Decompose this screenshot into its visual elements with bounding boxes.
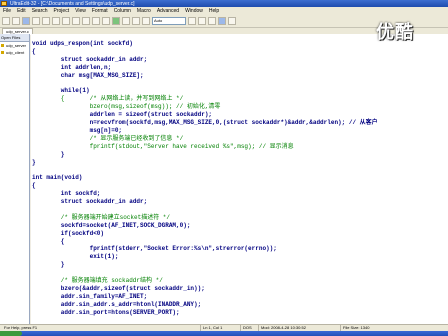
sidebar-item-label: udp_server	[6, 43, 27, 48]
code-line: addrlen = sizeof(struct sockaddr);	[32, 111, 213, 119]
hex-icon[interactable]	[132, 16, 140, 25]
file-tree-sidebar: Open Files udp_server udp_client	[0, 34, 30, 324]
sidebar-item-server[interactable]: udp_server	[0, 42, 29, 49]
window-title: UltraEdit-32 - [C:\Documents and Setting…	[10, 0, 135, 7]
save-icon[interactable]	[22, 16, 30, 25]
code-line: addr.sin_port=htons(SERVER_PORT);	[32, 308, 180, 316]
wordwrap-icon[interactable]	[122, 16, 130, 25]
code-line: exit(1);	[32, 253, 119, 261]
taskbar	[0, 331, 448, 336]
code-line: struct sockaddr_in addr;	[32, 55, 148, 63]
menu-item-window[interactable]: Window	[185, 8, 203, 14]
sidebar-header: Open Files	[0, 34, 29, 42]
code-line: /* 显示服务端已经收到了信息 */	[32, 134, 184, 142]
syntax-combo[interactable]: Auto	[152, 16, 186, 25]
code-line: {	[32, 47, 36, 55]
menu-item-view[interactable]: View	[75, 8, 86, 14]
new-file-icon[interactable]	[2, 16, 10, 25]
file-icon	[1, 44, 4, 47]
menu-item-help[interactable]: Help	[209, 8, 219, 14]
code-line: int main(void)	[32, 174, 83, 182]
menu-item-project[interactable]: Project	[54, 8, 70, 14]
find-icon[interactable]	[92, 16, 100, 25]
ftp-icon[interactable]	[228, 16, 236, 25]
redo-icon[interactable]	[82, 16, 90, 25]
code-line: int addrlen,n;	[32, 63, 112, 71]
browser-icon[interactable]	[218, 16, 226, 25]
code-line: /* 服务器端填充 sockaddr结构 */	[32, 277, 163, 284]
code-line: n=recvfrom(sockfd,msg,MAX_MSG_SIZE,0,(st…	[32, 119, 378, 126]
menu-item-format[interactable]: Format	[92, 8, 108, 14]
menu-item-column[interactable]: Column	[114, 8, 131, 14]
print-icon[interactable]	[32, 16, 40, 25]
code-line: bzero(&addr,sizeof(struct sockaddr_in));	[32, 284, 205, 292]
code-line: sockfd=socket(AF_INET,SOCK_DGRAM,0);	[32, 221, 191, 229]
menu-item-file[interactable]: File	[3, 8, 11, 14]
code-editor[interactable]: void udps_respon(int sockfd){ struct soc…	[31, 34, 448, 324]
code-line: bzero(msg,sizeof(msg)); // 初始化,清零	[32, 103, 221, 111]
paste-icon[interactable]	[62, 16, 70, 25]
replace-icon[interactable]	[102, 16, 110, 25]
code-line: char msg[MAX_MSG_SIZE];	[32, 71, 144, 79]
code-line: {	[32, 182, 36, 190]
app-icon	[1, 1, 7, 6]
code-line: void udps_respon(int sockfd)	[32, 40, 133, 47]
bookmark-icon[interactable]	[198, 16, 206, 25]
code-line: addr.sin_family=AF_INET;	[32, 292, 148, 300]
code-line: int sockfd;	[32, 190, 101, 198]
open-file-icon[interactable]	[12, 16, 20, 25]
sidebar-item-client[interactable]: udp_client	[0, 49, 29, 56]
cut-icon[interactable]	[42, 16, 50, 25]
column-icon[interactable]	[142, 16, 150, 25]
watermark-logo: 优酷	[376, 22, 414, 43]
code-line: }	[32, 158, 36, 166]
code-line: struct sockaddr_in addr;	[32, 198, 148, 205]
status-bar: For Help, press F1 Ln 1, Col 1 DOS Mod: …	[0, 324, 448, 331]
menu-item-search[interactable]: Search	[32, 8, 48, 14]
title-bar: UltraEdit-32 - [C:\Documents and Setting…	[0, 0, 448, 7]
run-icon[interactable]	[112, 16, 120, 25]
menu-bar: File Edit Search Project View Format Col…	[0, 7, 448, 14]
code-line: /* 服务器端开始建立socket描述符 */	[32, 213, 171, 221]
code-line: if(sockfd<0)	[32, 229, 105, 237]
toggle-icon[interactable]	[188, 16, 196, 25]
file-icon	[1, 51, 4, 54]
copy-icon[interactable]	[52, 16, 60, 25]
code-line: addr.sin_addr.s_addr=htonl(INADDR_ANY);	[32, 300, 202, 308]
menu-item-advanced[interactable]: Advanced	[157, 8, 179, 14]
menu-item-edit[interactable]: Edit	[17, 8, 26, 14]
undo-icon[interactable]	[72, 16, 80, 25]
code-line: }	[32, 261, 65, 269]
sidebar-item-label: udp_client	[6, 50, 25, 55]
menu-item-macro[interactable]: Macro	[137, 8, 151, 14]
code-line: msg[n]=0;	[32, 126, 123, 134]
code-line: fprintf(stderr,"Socket Error:%s\n",strer…	[32, 245, 277, 253]
code-line: }	[32, 150, 65, 158]
start-button[interactable]	[0, 331, 22, 336]
list-icon[interactable]	[208, 16, 216, 25]
code-line: fprintf(stdout,"Server have received %s"…	[32, 142, 294, 150]
code-line: {	[32, 237, 65, 245]
